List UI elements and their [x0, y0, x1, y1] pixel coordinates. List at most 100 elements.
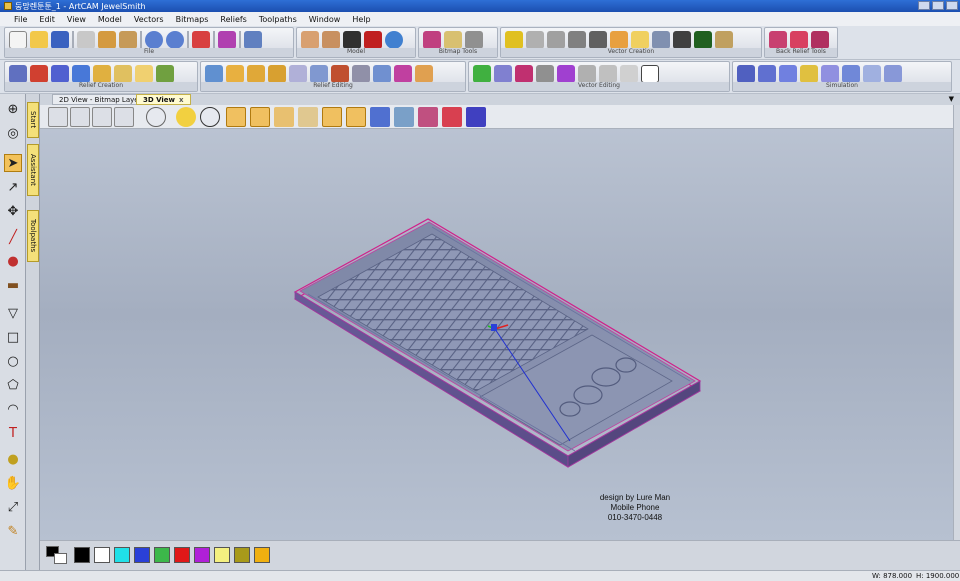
print-icon[interactable] — [244, 31, 262, 49]
brush-icon[interactable]: ▬ — [4, 276, 22, 294]
vector-select-icon[interactable] — [473, 65, 491, 83]
primary-secondary-swatch[interactable] — [46, 546, 68, 564]
zoom-icon[interactable]: ⊕ — [4, 100, 22, 118]
back-relief-merge-icon[interactable] — [790, 31, 808, 49]
relief-shade-icon[interactable] — [226, 107, 246, 127]
simulation-graph-icon[interactable] — [737, 65, 755, 83]
palette-swatch[interactable] — [94, 547, 110, 563]
draw-vector-icon[interactable] — [370, 107, 390, 127]
top-view-icon[interactable] — [92, 107, 112, 127]
polyline-tool-icon[interactable]: ▽ — [4, 304, 22, 322]
dome-icon[interactable] — [310, 65, 328, 83]
paste-icon[interactable] — [119, 31, 137, 49]
scale-relief-icon[interactable] — [247, 65, 265, 83]
bear-icon[interactable] — [322, 31, 340, 49]
node-edit-icon[interactable]: ↗ — [4, 178, 22, 196]
text-tool-icon[interactable]: T — [4, 424, 22, 442]
hand-icon[interactable]: ✋ — [4, 474, 22, 492]
bitmap-color-icon[interactable] — [423, 31, 441, 49]
model-size-icon[interactable] — [301, 31, 319, 49]
back-relief-offset-icon[interactable] — [811, 31, 829, 49]
menu-edit[interactable]: Edit — [33, 15, 61, 24]
palette-swatch[interactable] — [214, 547, 230, 563]
eye-icon[interactable] — [200, 107, 220, 127]
3d-viewport[interactable]: design by Lure Man Mobile Phone 010-3470… — [40, 129, 953, 540]
menu-vectors[interactable]: Vectors — [128, 15, 170, 24]
relief-blue-icon[interactable] — [466, 107, 486, 127]
relief-red-icon[interactable] — [442, 107, 462, 127]
palette-swatch[interactable] — [114, 547, 130, 563]
bezier-icon[interactable] — [547, 31, 565, 49]
open-folder-icon[interactable] — [30, 31, 48, 49]
copy-icon[interactable] — [98, 31, 116, 49]
measure-icon[interactable]: ⤢ — [4, 498, 22, 516]
menu-toolpaths[interactable]: Toolpaths — [253, 15, 303, 24]
texture-icon[interactable] — [114, 65, 132, 83]
relief-bend-icon[interactable] — [394, 65, 412, 83]
menu-view[interactable]: View — [61, 15, 92, 24]
edit-icon[interactable] — [192, 31, 210, 49]
star-vector-icon[interactable] — [505, 31, 523, 49]
wireframe-icon[interactable] — [346, 107, 366, 127]
vector-wave-icon[interactable] — [515, 65, 533, 83]
weave-icon[interactable] — [135, 65, 153, 83]
vertical-scrollbar[interactable] — [953, 105, 960, 540]
relief-add-icon[interactable] — [415, 65, 433, 83]
layers-icon[interactable] — [218, 31, 236, 49]
swept-icon[interactable] — [72, 65, 90, 83]
vector-offset-icon[interactable] — [578, 65, 596, 83]
side-view-icon[interactable] — [114, 107, 134, 127]
vector-trim-icon[interactable] — [620, 65, 638, 83]
node-icon[interactable] — [589, 31, 607, 49]
offset-icon[interactable] — [610, 31, 628, 49]
light-bulb-icon[interactable] — [176, 107, 196, 127]
rectangle-icon[interactable]: □ — [4, 328, 22, 346]
color-icon[interactable] — [364, 31, 382, 49]
polyline-icon[interactable] — [526, 31, 544, 49]
simulation-export-icon[interactable] — [884, 65, 902, 83]
bitmap-select-icon[interactable] — [444, 31, 462, 49]
vector-join-icon[interactable] — [494, 65, 512, 83]
simulation-step-icon[interactable] — [779, 65, 797, 83]
arc-icon[interactable] — [568, 31, 586, 49]
simulation-tool-icon[interactable] — [800, 65, 818, 83]
pencil-icon[interactable]: ✎ — [4, 522, 22, 540]
vector-layer-icon[interactable] — [715, 31, 733, 49]
circle-icon[interactable]: ○ — [4, 352, 22, 370]
bitmap-tools-icon[interactable] — [465, 31, 483, 49]
palette-swatch[interactable] — [254, 547, 270, 563]
menu-model[interactable]: Model — [92, 15, 128, 24]
tab-start[interactable]: Start — [27, 102, 39, 138]
tab-3d-view[interactable]: 3D View x — [136, 94, 191, 105]
palette-swatch[interactable] — [134, 547, 150, 563]
pillar-icon[interactable] — [352, 65, 370, 83]
relief-color-icon[interactable] — [418, 107, 438, 127]
polygon-icon[interactable]: ⬠ — [4, 376, 22, 394]
front-view-icon[interactable] — [70, 107, 90, 127]
tab-2d-view[interactable]: 2D View - Bitmap Layer — [52, 94, 149, 105]
material-icon[interactable] — [274, 107, 294, 127]
transform-icon[interactable]: ✥ — [4, 202, 22, 220]
cut-icon[interactable] — [77, 31, 95, 49]
palette-swatch[interactable] — [194, 547, 210, 563]
smooth-icon[interactable] — [205, 65, 223, 83]
tab-close-icon[interactable]: x — [179, 96, 184, 104]
select-arrow-icon[interactable]: ➤ — [4, 154, 22, 172]
paint-icon[interactable]: ● — [4, 252, 22, 270]
vector-align-icon[interactable] — [641, 65, 659, 83]
minimize-button[interactable] — [918, 1, 930, 10]
axis-icon[interactable] — [250, 107, 270, 127]
offset-relief-icon[interactable] — [289, 65, 307, 83]
pen-icon[interactable]: ╱ — [4, 228, 22, 246]
tab-menu-arrow-icon[interactable]: ▼ — [949, 95, 954, 103]
new-file-icon[interactable] — [9, 31, 27, 49]
globe-icon[interactable]: ◎ — [4, 124, 22, 142]
grid-icon[interactable] — [385, 31, 403, 49]
face-icon[interactable] — [156, 65, 174, 83]
extrude-icon[interactable] — [30, 65, 48, 83]
redo-icon[interactable] — [166, 31, 184, 49]
vector-stack-icon[interactable] — [652, 31, 670, 49]
vector-mirror-icon[interactable] — [536, 65, 554, 83]
menu-bitmaps[interactable]: Bitmaps — [170, 15, 215, 24]
fade-icon[interactable] — [268, 65, 286, 83]
